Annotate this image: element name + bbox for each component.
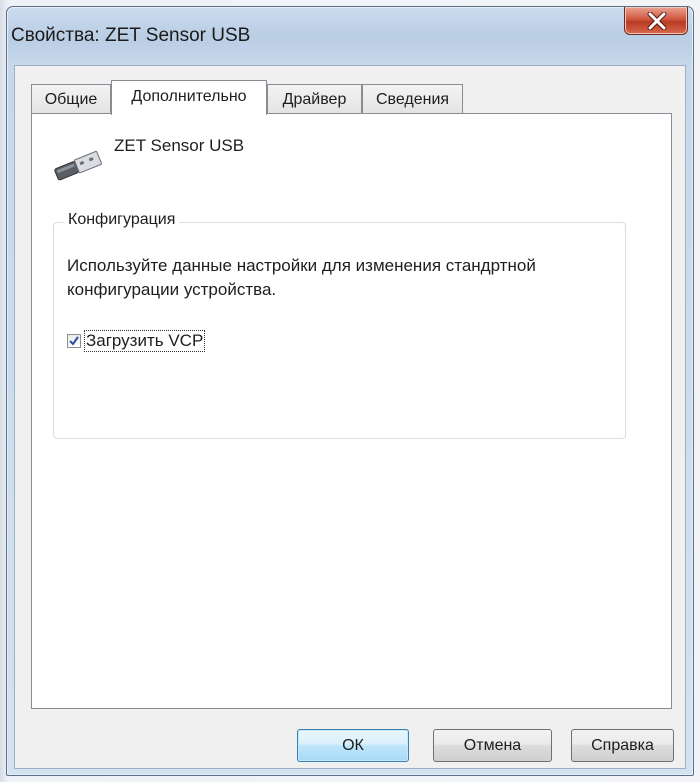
- close-button[interactable]: [624, 7, 688, 35]
- checkmark-icon: [69, 336, 79, 346]
- window-title: Свойства: ZET Sensor USB: [11, 25, 251, 46]
- help-button[interactable]: Справка: [571, 729, 674, 762]
- properties-dialog: Свойства: ZET Sensor USB Общие Дополните…: [6, 6, 694, 776]
- title-bar[interactable]: Свойства: ZET Sensor USB: [7, 7, 693, 65]
- tab-details[interactable]: Сведения: [362, 84, 463, 114]
- load-vcp-label[interactable]: Загрузить VCP: [83, 330, 206, 352]
- cancel-button[interactable]: Отмена: [433, 729, 552, 762]
- configuration-description: Используйте данные настройки для изменен…: [67, 256, 536, 299]
- tab-panel-advanced: ZET Sensor USB Конфигурация Используйте …: [31, 113, 672, 709]
- usb-connector-icon: [54, 150, 102, 181]
- tab-general[interactable]: Общие: [31, 84, 111, 114]
- configuration-groupbox: Конфигурация Используйте данные настройк…: [53, 211, 626, 439]
- dialog-client-area: Общие Дополнительно Драйвер Сведения ZET…: [14, 65, 686, 769]
- load-vcp-checkbox[interactable]: [67, 334, 81, 348]
- device-name: ZET Sensor USB: [114, 136, 245, 155]
- load-vcp-option[interactable]: Загрузить VCP: [67, 330, 206, 352]
- tab-advanced[interactable]: Дополнительно: [111, 80, 267, 115]
- close-icon: [647, 12, 667, 30]
- configuration-legend: Конфигурация: [64, 211, 180, 229]
- tab-driver[interactable]: Драйвер: [267, 84, 362, 114]
- ok-button[interactable]: ОК: [297, 729, 409, 762]
